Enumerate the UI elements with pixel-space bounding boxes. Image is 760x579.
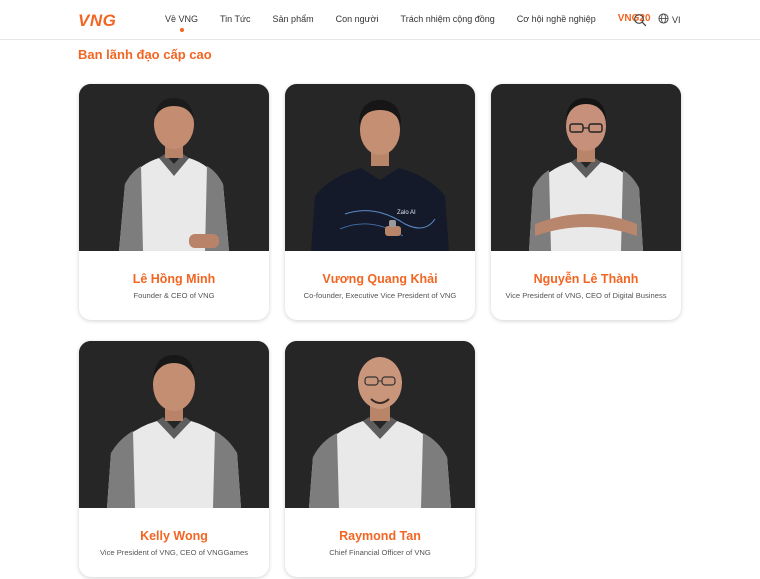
leader-role: Co-founder, Executive Vice President of … bbox=[303, 291, 457, 300]
leader-role: Founder & CEO of VNG bbox=[133, 291, 215, 300]
nav-label: Trách nhiệm cộng đồng bbox=[400, 14, 495, 24]
language-label: VI bbox=[672, 14, 681, 25]
nav-item-trach-nhiem[interactable]: Trách nhiệm cộng đồng bbox=[401, 14, 495, 24]
nav-label: Sản phẩm bbox=[272, 14, 314, 24]
nav-item-co-hoi[interactable]: Cơ hội nghề nghiệp bbox=[517, 14, 596, 24]
active-indicator-dot bbox=[179, 28, 184, 32]
nav-item-tin-tuc[interactable]: Tin Tức bbox=[220, 14, 251, 24]
leader-card[interactable]: Zalo AI Vương Quang Khải Co-founder, Exe… bbox=[285, 84, 475, 320]
language-switcher[interactable]: VI bbox=[658, 13, 681, 26]
vng-logo[interactable]: VNG bbox=[78, 11, 116, 31]
leader-card[interactable]: Nguyễn Lê Thành Vice President of VNG, C… bbox=[491, 84, 681, 320]
leader-name: Nguyễn Lê Thành bbox=[533, 272, 639, 286]
leader-name: Lê Hồng Minh bbox=[132, 272, 216, 286]
leader-photo bbox=[491, 84, 681, 251]
nav-item-san-pham[interactable]: Sản phẩm bbox=[273, 14, 314, 24]
leader-name: Vương Quang Khải bbox=[322, 272, 438, 286]
leader-photo: Zalo AI bbox=[285, 84, 475, 251]
search-icon[interactable] bbox=[633, 13, 647, 27]
leader-photo bbox=[285, 341, 475, 508]
nav-label: Cơ hội nghề nghiệp bbox=[516, 14, 596, 24]
leader-name: Kelly Wong bbox=[140, 529, 208, 543]
leader-photo bbox=[79, 84, 269, 251]
leader-name: Raymond Tan bbox=[339, 529, 421, 543]
leader-card[interactable]: Lê Hồng Minh Founder & CEO of VNG bbox=[79, 84, 269, 320]
globe-icon bbox=[658, 13, 669, 26]
nav-item-con-nguoi[interactable]: Con người bbox=[336, 14, 379, 24]
nav-label: Về VNG bbox=[165, 14, 199, 24]
leader-role: Vice President of VNG, CEO of Digital Bu… bbox=[505, 291, 667, 300]
leader-card[interactable]: Raymond Tan Chief Financial Officer of V… bbox=[285, 341, 475, 577]
nav-item-ve-vng[interactable]: Về VNG bbox=[165, 14, 199, 32]
leader-role: Vice President of VNG, CEO of VNGGames bbox=[100, 548, 248, 557]
nav-label: Tin Tức bbox=[220, 14, 251, 24]
leader-role: Chief Financial Officer of VNG bbox=[329, 548, 431, 557]
main-nav: Về VNG Tin Tức Sản phẩm Con người Trách … bbox=[165, 13, 673, 32]
section-title: Ban lãnh đạo cấp cao bbox=[78, 47, 212, 62]
top-header: VNG Về VNG Tin Tức Sản phẩm Con người Tr… bbox=[0, 0, 760, 40]
leader-card[interactable]: Kelly Wong Vice President of VNG, CEO of… bbox=[79, 341, 269, 577]
nav-label: Con người bbox=[335, 14, 379, 24]
svg-text:Zalo AI: Zalo AI bbox=[397, 210, 416, 216]
leader-photo bbox=[79, 341, 269, 508]
